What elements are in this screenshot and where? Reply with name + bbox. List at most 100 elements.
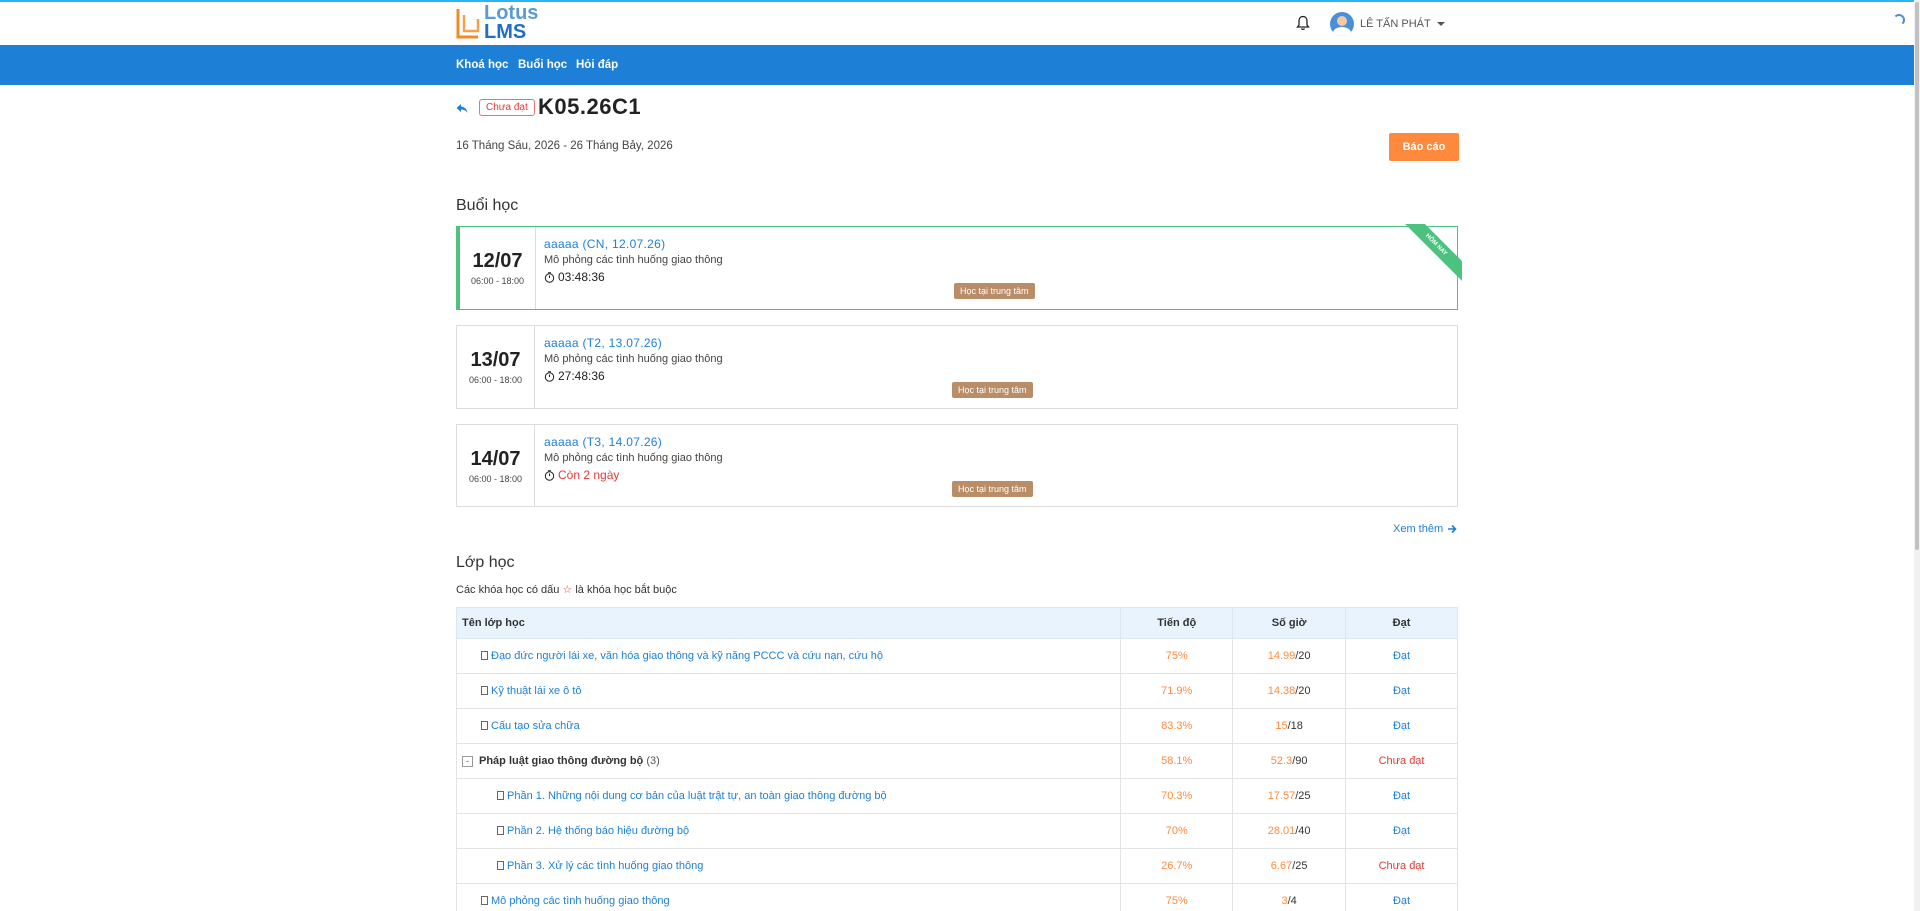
session-date-block: 14/07 06:00 - 18:00	[457, 425, 535, 506]
session-card[interactable]: 14/07 06:00 - 18:00 aaaaa (T3, 14.07.26)…	[456, 424, 1458, 507]
session-subtitle: Mô phỏng các tình huống giao thông	[544, 254, 723, 266]
back-arrow-icon[interactable]	[455, 101, 469, 115]
hours-total: /20	[1295, 650, 1311, 662]
session-date-block: 13/07 06:00 - 18:00	[457, 326, 535, 408]
hours-total: /4	[1287, 895, 1297, 907]
session-day: 13/07	[470, 349, 521, 371]
session-body: aaaaa (T3, 14.07.26) Mô phỏng các tình h…	[544, 435, 1447, 482]
hours-done: 15	[1275, 720, 1288, 732]
class-hours: 17.57/25	[1232, 778, 1347, 814]
col-header-name[interactable]: Tên lớp học	[455, 607, 1122, 639]
class-hours: 28.01/40	[1232, 813, 1347, 849]
session-location-tag: Học tại trung tâm	[952, 382, 1033, 398]
lotus-lms-logo[interactable]: Lotus LMS	[455, 3, 555, 44]
collapse-toggle[interactable]: -	[462, 756, 473, 767]
hours-total: /25	[1292, 860, 1308, 872]
report-button[interactable]: Báo cáo	[1389, 133, 1459, 161]
see-more-link[interactable]: Xem thêm	[1393, 523, 1457, 535]
class-name-cell: Đạo đức người lái xe, văn hóa giao thông…	[455, 638, 1122, 674]
hours-total: /18	[1287, 720, 1303, 732]
session-card[interactable]: 12/07 06:00 - 18:00 aaaaa (CN, 12.07.26)…	[456, 224, 1462, 310]
loading-spinner-icon	[1893, 14, 1905, 26]
main-nav: Khoá học Buổi học Hỏi đáp	[0, 45, 1920, 85]
session-subtitle: Mô phỏng các tình huống giao thông	[544, 353, 723, 365]
class-link[interactable]: Mô phỏng các tình huống giao thông	[491, 895, 670, 907]
avatar	[1330, 12, 1354, 36]
class-result: Đạt	[1345, 813, 1458, 849]
hours-done: 28.01	[1267, 825, 1296, 837]
class-result: Chưa đạt	[1345, 743, 1458, 779]
class-hours: 3/4	[1232, 883, 1347, 911]
class-result: Đạt	[1345, 673, 1458, 709]
table-row: Cấu tạo sửa chữa 83.3% 15/18 Đạt	[455, 708, 1458, 744]
col-header-progress[interactable]: Tiến độ	[1120, 607, 1234, 639]
course-date-range: 16 Tháng Sáu, 2026 - 26 Tháng Bảy, 2026	[456, 140, 673, 152]
session-title-link[interactable]: aaaaa (T3, 14.07.26)	[544, 435, 1447, 449]
session-title-link[interactable]: aaaaa (T2, 13.07.26)	[544, 336, 1447, 350]
logo-line-2: LMS	[484, 21, 527, 43]
class-link[interactable]: Đạo đức người lái xe, văn hóa giao thông…	[491, 650, 883, 662]
nav-item-qa[interactable]: Hỏi đáp	[576, 45, 618, 85]
table-row: Phần 1. Những nội dung cơ bản của luật t…	[455, 778, 1458, 814]
class-link[interactable]: Cấu tạo sửa chữa	[491, 720, 580, 732]
session-time: 06:00 - 18:00	[468, 375, 523, 385]
hours-total: /90	[1292, 755, 1308, 767]
class-link[interactable]: Phần 2. Hệ thống báo hiệu đường bộ	[507, 825, 689, 837]
session-subtitle: Mô phỏng các tình huống giao thông	[544, 452, 723, 464]
table-row: Đạo đức người lái xe, văn hóa giao thông…	[455, 638, 1458, 674]
session-timer: 03:48:36	[544, 270, 1447, 284]
document-icon	[481, 651, 488, 660]
scrollbar-thumb[interactable]	[1915, 2, 1919, 550]
star-icon: ☆	[562, 584, 573, 596]
class-name-cell: Cấu tạo sửa chữa	[455, 708, 1122, 744]
class-link[interactable]: Kỹ thuật lái xe ô tô	[491, 685, 582, 697]
class-name-cell: Phần 3. Xử lý các tình huống giao thông	[455, 848, 1122, 884]
hours-done: 52.3	[1270, 755, 1293, 767]
class-result: Đạt	[1345, 883, 1458, 911]
stopwatch-icon	[544, 469, 555, 481]
required-note-after: là khóa học bắt buộc	[575, 584, 677, 596]
hours-done: 14.99	[1267, 650, 1296, 662]
top-header: Lotus LMS LÊ TẤN PHÁT	[0, 2, 1920, 45]
nav-item-sessions[interactable]: Buổi học	[518, 45, 567, 85]
session-card[interactable]: 13/07 06:00 - 18:00 aaaaa (T2, 13.07.26)…	[456, 325, 1458, 409]
class-group-cell: - Pháp luật giao thông đường bộ (3)	[455, 743, 1122, 779]
required-note: Các khóa học có dấu ☆ là khóa học bắt bu…	[456, 583, 677, 596]
today-ribbon-label: HÔM NAY	[1397, 224, 1462, 284]
class-name-cell: Phần 2. Hệ thống báo hiệu đường bộ	[455, 813, 1122, 849]
today-ribbon: HÔM NAY	[1396, 224, 1462, 290]
class-progress: 75%	[1120, 638, 1234, 674]
col-header-result[interactable]: Đạt	[1345, 607, 1458, 639]
class-hours: 14.99/20	[1232, 638, 1347, 674]
user-menu[interactable]: LÊ TẤN PHÁT	[1330, 11, 1445, 37]
session-day: 14/07	[470, 448, 521, 470]
session-countdown: Còn 2 ngày	[544, 468, 1447, 482]
class-progress: 58.1%	[1120, 743, 1234, 779]
class-progress: 26.7%	[1120, 848, 1234, 884]
session-body: aaaaa (CN, 12.07.26) Mô phỏng các tình h…	[544, 237, 1447, 284]
table-row: Mô phỏng các tình huống giao thông 75% 3…	[455, 883, 1458, 911]
hours-done: 14.38	[1267, 685, 1296, 697]
class-result: Đạt	[1345, 708, 1458, 744]
lotus-logo-mark-icon	[456, 9, 480, 39]
bell-icon[interactable]	[1296, 15, 1310, 31]
session-timer-value: Còn 2 ngày	[558, 468, 620, 482]
class-progress: 70%	[1120, 813, 1234, 849]
nav-item-courses[interactable]: Khoá học	[456, 45, 508, 85]
class-hours: 15/18	[1232, 708, 1347, 744]
class-link[interactable]: Phần 3. Xử lý các tình huống giao thông	[507, 860, 703, 872]
session-time: 06:00 - 18:00	[468, 474, 523, 484]
class-progress: 83.3%	[1120, 708, 1234, 744]
col-header-hours[interactable]: Số giờ	[1232, 607, 1347, 639]
arrow-right-icon	[1448, 524, 1457, 534]
hours-done: 17.57	[1267, 790, 1296, 802]
class-progress: 71.9%	[1120, 673, 1234, 709]
required-note-before: Các khóa học có dấu	[456, 584, 560, 596]
session-timer-value: 27:48:36	[558, 369, 605, 383]
session-day: 12/07	[472, 250, 523, 272]
class-group-name: Pháp luật giao thông đường bộ	[479, 755, 644, 767]
user-name: LÊ TẤN PHÁT	[1360, 18, 1431, 30]
document-icon	[481, 896, 488, 905]
class-link[interactable]: Phần 1. Những nội dung cơ bản của luật t…	[507, 790, 887, 802]
session-title-link[interactable]: aaaaa (CN, 12.07.26)	[544, 237, 1447, 251]
